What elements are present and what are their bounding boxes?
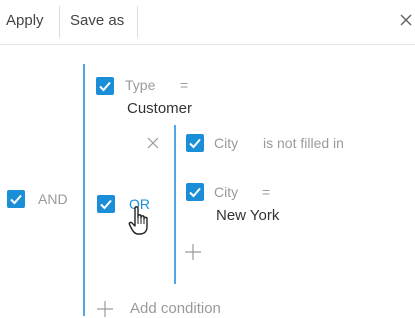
city-not-filled-operator[interactable]: is not filled in <box>263 135 344 151</box>
hand-cursor-icon <box>128 206 148 235</box>
and-group-line <box>83 64 85 316</box>
city-value[interactable]: New York <box>216 207 279 224</box>
delete-group-icon[interactable] <box>147 137 159 149</box>
add-condition-plus-icon[interactable] <box>96 300 114 318</box>
and-group-checkbox[interactable] <box>7 190 25 208</box>
save-as-button[interactable]: Save as <box>70 12 124 30</box>
city-field-label[interactable]: City <box>214 135 238 151</box>
apply-button[interactable]: Apply <box>6 12 44 30</box>
type-value[interactable]: Customer <box>127 100 192 117</box>
city-not-filled-checkbox[interactable] <box>186 134 204 152</box>
toolbar-divider <box>59 6 60 38</box>
toolbar-divider <box>137 6 138 38</box>
close-icon[interactable] <box>398 12 414 28</box>
or-group-line <box>174 125 176 284</box>
city-field-label[interactable]: City <box>214 184 238 200</box>
type-operator-label[interactable]: = <box>180 77 188 93</box>
add-condition-plus-icon[interactable] <box>184 243 202 261</box>
type-condition-checkbox[interactable] <box>96 77 114 95</box>
add-condition-link[interactable]: Add condition <box>130 300 221 317</box>
or-group-checkbox[interactable] <box>97 195 115 213</box>
and-operator-label[interactable]: AND <box>38 191 68 207</box>
city-equals-checkbox[interactable] <box>186 183 204 201</box>
city-equals-operator[interactable]: = <box>262 184 270 200</box>
toolbar-bottom-border <box>0 44 415 45</box>
type-field-label[interactable]: Type <box>125 77 155 93</box>
